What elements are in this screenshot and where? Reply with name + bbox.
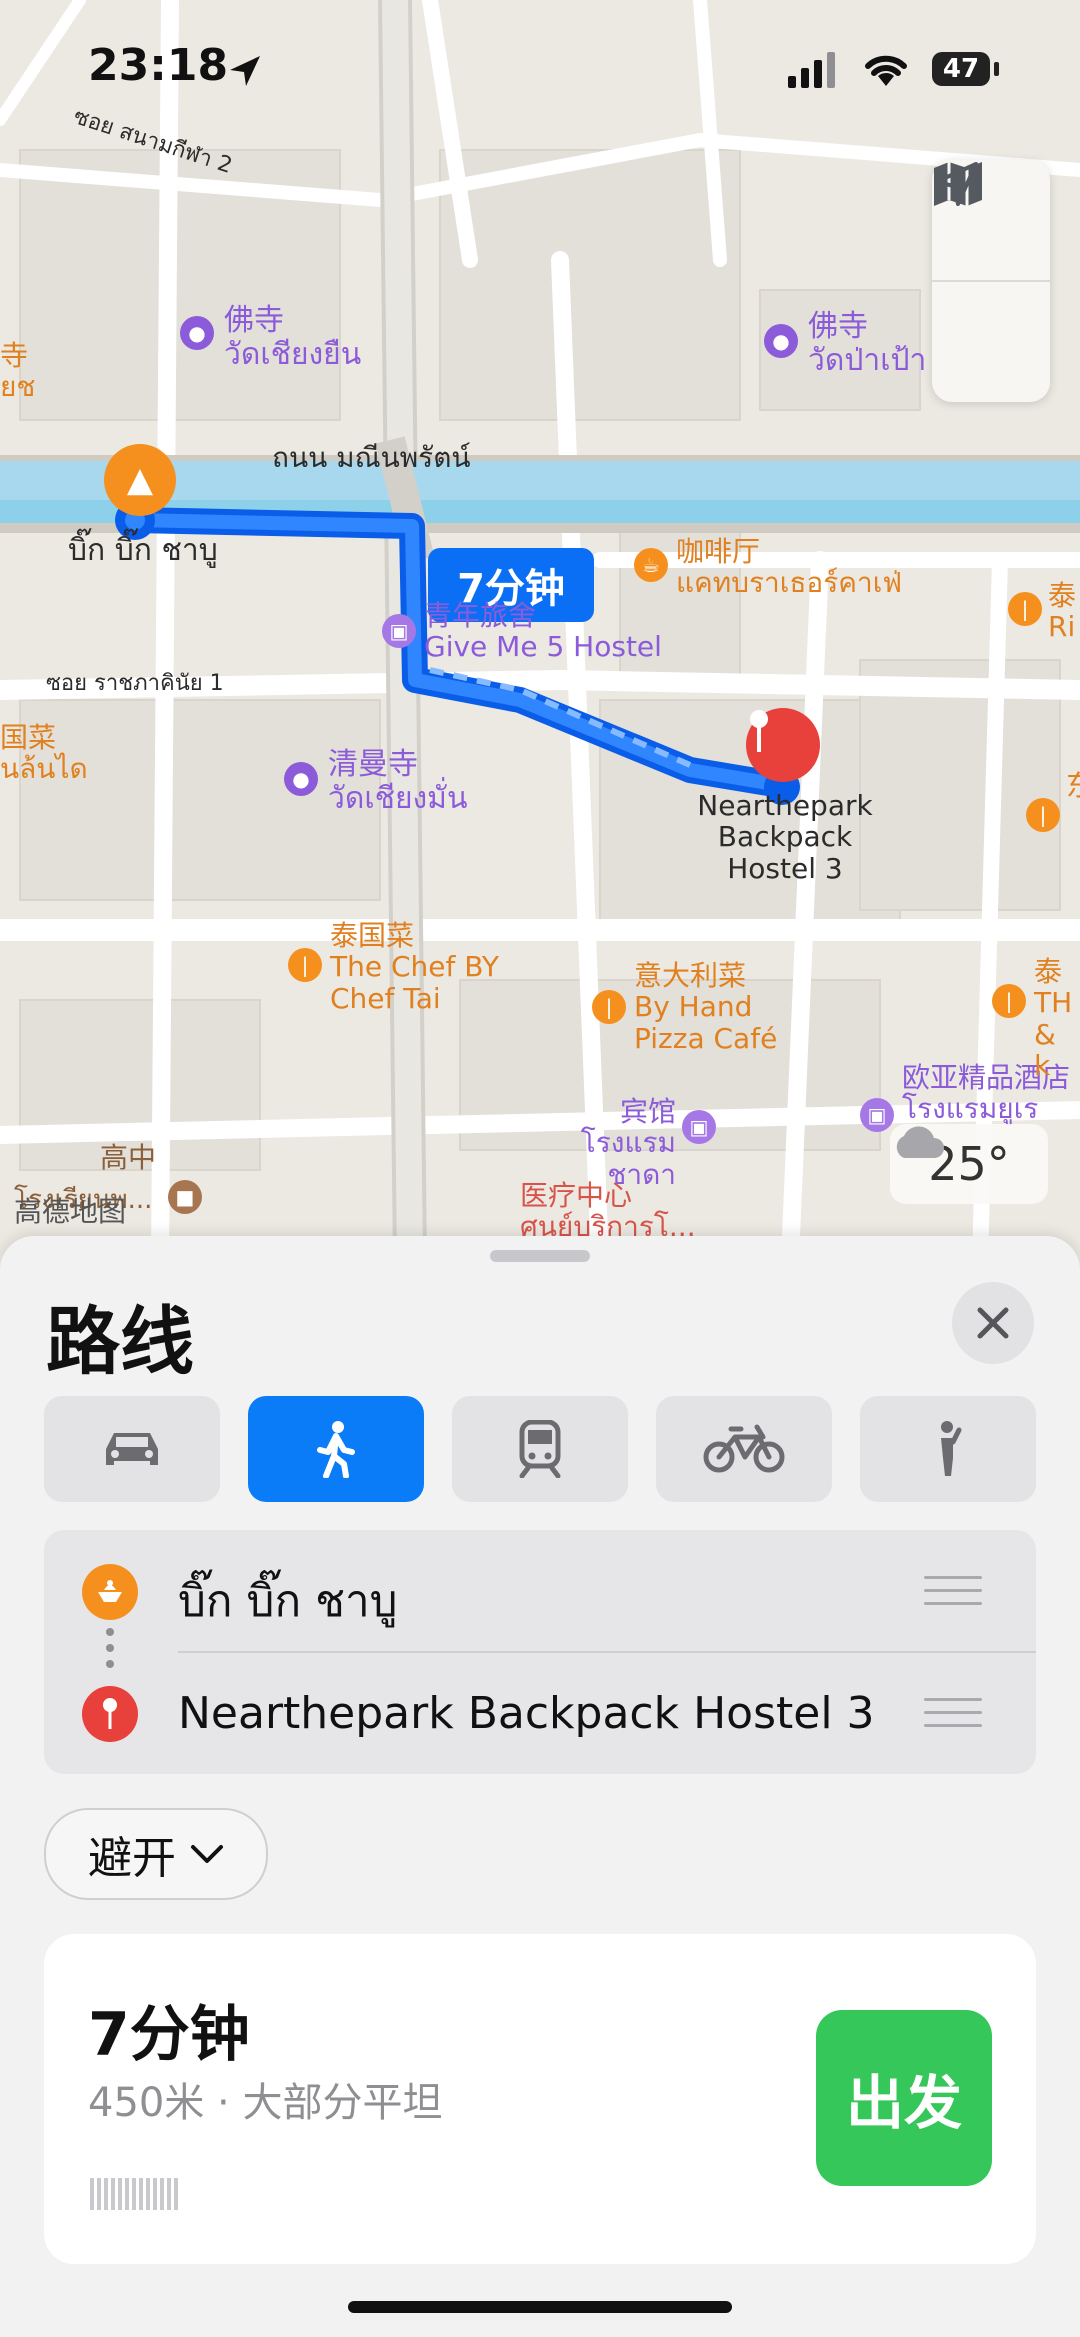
origin-pin-icon: [82, 1564, 138, 1620]
bicycle-icon: [703, 1424, 785, 1473]
poi-label: 医疗中心 ศูนย์บริการโ...: [520, 1179, 696, 1244]
poi-label: 泰 TH & k: [1034, 955, 1073, 1083]
route-stops: บิ๊ก บิ๊ก ชาบู Nearthepark Backpack Host…: [44, 1530, 1036, 1774]
poi-label: 咖啡厅 แคทบราเธอร์คาเฟ่: [676, 535, 903, 600]
cellular-signal-icon: [788, 52, 835, 88]
origin-label: บิ๊ก บิ๊ก ชาบู: [178, 1576, 398, 1627]
wifi-icon: [865, 55, 907, 86]
hotel-icon[interactable]: ▣: [860, 1098, 894, 1132]
weather-badge: 25°: [890, 1124, 1048, 1204]
street-label: ซอย ราชภาคินัย 1: [46, 671, 224, 696]
map-watermark: 高德地图: [14, 1195, 127, 1228]
walk-icon: [317, 1421, 355, 1478]
destination-pin-icon[interactable]: [746, 708, 820, 782]
temple-icon[interactable]: ●: [764, 324, 798, 358]
poi-label: 泰 Ri: [1048, 579, 1077, 644]
transport-mode-selector: [44, 1396, 1036, 1502]
chevron-down-icon: [191, 1845, 223, 1863]
temple-icon[interactable]: ●: [180, 316, 214, 350]
avoid-label: 避开: [88, 1833, 176, 1884]
train-icon: [519, 1420, 561, 1478]
close-icon: [977, 1307, 1009, 1339]
poi-label: 国菜 นล้นได: [0, 721, 88, 786]
hotel-icon[interactable]: ▣: [682, 1110, 716, 1144]
route-details: 450米 · 大部分平坦: [88, 2080, 443, 2126]
map-controls: [932, 160, 1050, 402]
battery-icon: 47: [932, 52, 990, 86]
restaurant-icon[interactable]: |: [992, 984, 1026, 1018]
cloud-icon: [896, 1126, 944, 1158]
poi-label: 宾馆 โรงแรม ชาดา: [580, 1095, 676, 1191]
origin-map-label: บิ๊ก บิ๊ก ชาบู: [68, 533, 218, 568]
map-view[interactable]: ▲ บิ๊ก บิ๊ก ชาบู Nearthepark Backpack Ho…: [0, 0, 1080, 1260]
mode-rideshare-button[interactable]: [860, 1396, 1036, 1502]
restaurant-icon[interactable]: |: [592, 990, 626, 1024]
poi-label: 东: [1066, 770, 1080, 802]
mode-bike-button[interactable]: [656, 1396, 832, 1502]
hotel-icon[interactable]: ▣: [382, 614, 416, 648]
destination-map-label: Nearthepark Backpack Hostel 3: [697, 789, 873, 885]
school-icon[interactable]: ■: [168, 1180, 202, 1214]
directions-sheet: 路线 บิ๊ก บิ๊ก ชาบู Nearthepark Backpack H…: [0, 1236, 1080, 2337]
go-button[interactable]: 出发: [816, 2010, 992, 2186]
car-icon: [106, 1433, 158, 1465]
page-title: 路线: [46, 1299, 194, 1385]
cafe-icon[interactable]: ☕: [634, 548, 668, 582]
avoid-options-button[interactable]: 避开: [44, 1808, 268, 1900]
reorder-handle-icon[interactable]: [924, 1576, 982, 1615]
restaurant-icon[interactable]: |: [1026, 798, 1060, 832]
mode-transit-button[interactable]: [452, 1396, 628, 1502]
poi-label: 意大利菜 By Hand Pizza Café: [634, 959, 778, 1055]
reorder-handle-icon[interactable]: [924, 1698, 982, 1737]
status-bar: 23:18 47: [0, 0, 1080, 140]
clock: 23:18: [88, 40, 229, 91]
poi-label: 清曼寺 วัดเชียงมั่น: [328, 747, 468, 816]
destination-label: Nearthepark Backpack Hostel 3: [178, 1688, 875, 1739]
location-button[interactable]: [932, 162, 1050, 402]
location-services-icon: [230, 56, 260, 86]
temple-icon[interactable]: ●: [284, 762, 318, 796]
poi-label: 高中: [100, 1141, 157, 1174]
poi-label: 寺ยช: [0, 339, 36, 404]
home-indicator[interactable]: [348, 2301, 732, 2313]
destination-row[interactable]: Nearthepark Backpack Hostel 3: [44, 1652, 1036, 1774]
origin-pin-icon[interactable]: ▲: [104, 444, 176, 516]
street-label: ถนน มณีนพรัตน์: [272, 441, 471, 474]
poi-label: 青年旅舍 Give Me 5 Hostel: [424, 599, 662, 664]
elevation-profile: [90, 2178, 186, 2210]
restaurant-icon[interactable]: |: [1008, 592, 1042, 626]
route-duration: 7分钟: [88, 2000, 250, 2070]
poi-label: 泰国菜 The Chef BY Chef Tai: [330, 919, 500, 1015]
route-option-card[interactable]: 7分钟 450米 · 大部分平坦 出发: [44, 1934, 1036, 2264]
person-hail-icon: [941, 1421, 962, 1476]
location-arrow-icon: [934, 162, 978, 206]
close-button[interactable]: [952, 1282, 1034, 1364]
sheet-grabber[interactable]: [490, 1250, 590, 1262]
poi-label: 佛寺 วัดเชียงยืน: [224, 303, 362, 372]
poi-label: 佛寺 วัดป่าเป้า: [808, 309, 927, 378]
restaurant-icon[interactable]: |: [288, 948, 322, 982]
origin-row[interactable]: บิ๊ก บิ๊ก ชาบู: [44, 1530, 1036, 1652]
mode-walk-button[interactable]: [248, 1396, 424, 1502]
battery-tip: [994, 62, 999, 76]
destination-pin-icon: [82, 1686, 138, 1742]
mode-drive-button[interactable]: [44, 1396, 220, 1502]
